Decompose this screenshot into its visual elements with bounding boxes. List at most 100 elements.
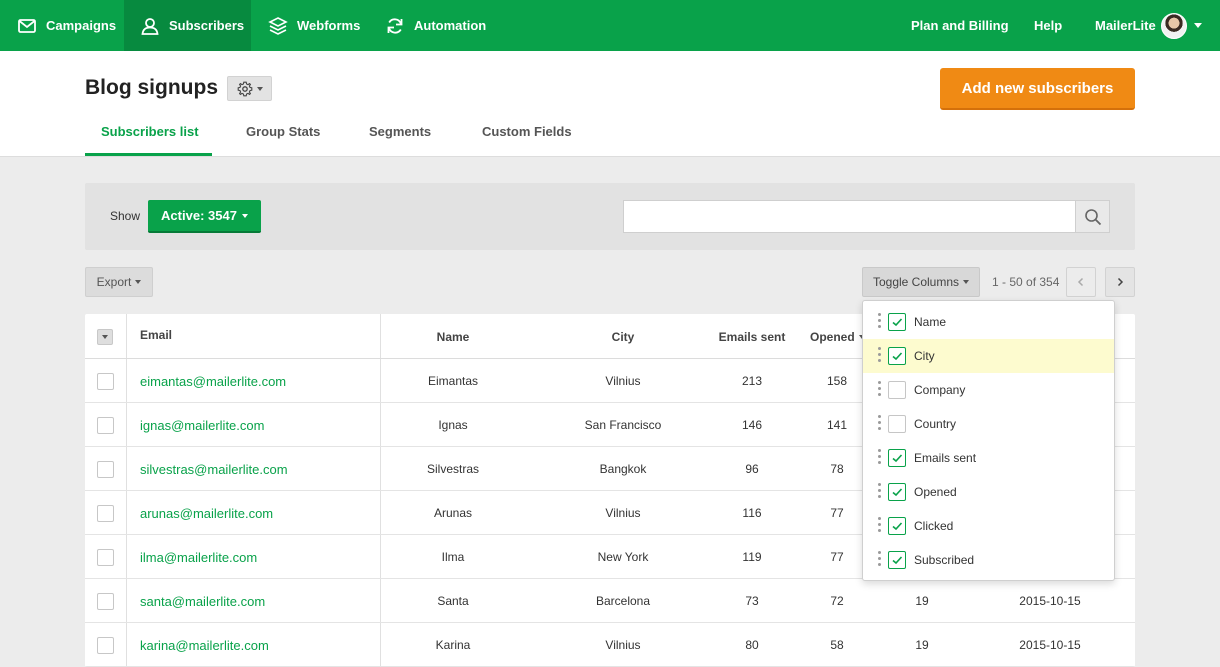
nav-campaigns[interactable]: Campaigns [17,0,116,51]
subscriber-city: New York [597,550,649,564]
subscriber-email[interactable]: karina@mailerlite.com [140,623,269,667]
column-header-emails-sent[interactable]: Emails sent [702,314,802,359]
subscriber-name: Arunas [433,506,473,520]
status-filter-label: Active: 3547 [161,208,237,223]
avatar[interactable] [1161,13,1187,39]
tab-custom-fields[interactable]: Custom Fields [482,124,572,139]
toggle-columns-button[interactable]: Toggle Columns [862,267,980,297]
page-title: Blog signups [85,76,218,99]
next-page-button[interactable] [1105,267,1135,297]
table-row[interactable]: karina@mailerlite.com Karina Vilnius 80 … [85,623,1135,667]
subscriber-opened: 72 [830,594,844,608]
drag-handle-icon[interactable] [878,449,882,467]
row-checkbox[interactable] [97,592,114,610]
column-checkbox[interactable] [888,347,906,365]
add-new-subscribers-button[interactable]: Add new subscribers [940,68,1135,110]
subscriber-email[interactable]: santa@mailerlite.com [140,579,265,623]
search-icon [1084,208,1101,225]
chevron-left-icon [1077,277,1084,287]
nav-webforms[interactable]: Webforms [268,0,360,51]
column-toggle-label: Opened [914,485,957,499]
nav-automation-label: Automation [414,18,487,33]
drag-handle-icon[interactable] [878,551,882,569]
layers-icon [268,16,288,35]
search-button[interactable] [1075,200,1110,233]
checkmark-icon [892,318,903,327]
subscriber-name: Ignas [438,418,468,432]
column-checkbox[interactable] [888,381,906,399]
column-header-email[interactable]: Email [140,314,172,356]
nav-automation[interactable]: Automation [385,0,486,51]
refresh-icon [387,18,403,33]
drag-handle-icon[interactable] [878,313,882,331]
pagination-info: 1 - 50 of 354 [992,275,1060,289]
drag-handle-icon[interactable] [878,517,882,535]
tab-subscribers-list[interactable]: Subscribers list [101,124,199,139]
column-toggle-emails-sent[interactable]: Emails sent [863,441,1114,475]
subscriber-subscribed-date: 2015-10-15 [1019,594,1081,608]
nav-subscribers[interactable]: Subscribers [124,0,251,51]
subscriber-email[interactable]: ilma@mailerlite.com [140,535,257,579]
subscriber-opened: 77 [830,550,844,564]
nav-plan-billing[interactable]: Plan and Billing [911,0,1009,51]
drag-handle-icon[interactable] [878,381,882,399]
column-checkbox[interactable] [888,415,906,433]
subscriber-emails-sent: 116 [742,506,762,520]
column-toggle-subscribed[interactable]: Subscribed [863,543,1114,577]
drag-handle-icon[interactable] [878,347,882,365]
checkmark-icon [892,522,903,531]
tab-segments[interactable]: Segments [369,124,431,139]
row-checkbox[interactable] [97,636,114,654]
subscriber-emails-sent: 73 [745,594,759,608]
drag-handle-icon[interactable] [878,415,882,433]
envelope-icon [18,18,36,33]
column-checkbox[interactable] [888,483,906,501]
subscriber-name: Eimantas [427,374,479,388]
column-checkbox[interactable] [888,313,906,331]
column-checkbox[interactable] [888,517,906,535]
table-row[interactable]: santa@mailerlite.com Santa Barcelona 73 … [85,579,1135,623]
nav-account-name[interactable]: MailerLite [1095,0,1156,51]
column-checkbox[interactable] [888,551,906,569]
subscriber-city: Barcelona [595,594,651,608]
column-header-opened[interactable]: Opened [810,314,865,359]
export-button[interactable]: Export [85,267,153,297]
column-header-name[interactable]: Name [381,314,525,359]
nav-help[interactable]: Help [1034,0,1062,51]
row-checkbox[interactable] [97,548,114,566]
row-checkbox[interactable] [97,460,114,478]
column-header-city[interactable]: City [551,314,695,359]
subscriber-email[interactable]: eimantas@mailerlite.com [140,359,286,403]
drag-handle-icon[interactable] [878,483,882,501]
chevron-right-icon [1117,277,1124,287]
column-toggle-label: Clicked [914,519,954,533]
prev-page-button[interactable] [1066,267,1096,297]
row-checkbox[interactable] [97,416,114,434]
subscriber-name: Karina [435,638,471,652]
group-settings-button[interactable] [227,76,272,101]
chevron-down-icon [963,280,970,284]
tab-group-stats[interactable]: Group Stats [246,124,320,139]
row-checkbox[interactable] [97,372,114,390]
subscriber-email[interactable]: silvestras@mailerlite.com [140,447,288,491]
page-header: Blog signups Add new subscribers Subscri… [0,51,1220,157]
column-checkbox[interactable] [888,449,906,467]
column-toggle-opened[interactable]: Opened [863,475,1114,509]
column-toggle-country[interactable]: Country [863,407,1114,441]
checkmark-icon [892,454,903,463]
search-input[interactable] [623,200,1076,233]
row-checkbox[interactable] [97,504,114,522]
status-filter-button[interactable]: Active: 3547 [148,200,261,233]
column-toggle-name[interactable]: Name [863,305,1114,339]
subscriber-email[interactable]: arunas@mailerlite.com [140,491,273,535]
subscriber-email[interactable]: ignas@mailerlite.com [140,403,264,447]
column-toggle-company[interactable]: Company [863,373,1114,407]
subscriber-name: Santa [437,594,469,608]
column-toggle-clicked[interactable]: Clicked [863,509,1114,543]
subscriber-name: Ilma [441,550,465,564]
select-all-dropdown[interactable] [97,328,113,345]
column-toggle-city[interactable]: City [863,339,1114,373]
column-toggle-label: Country [914,417,957,431]
chevron-down-icon[interactable] [1194,23,1202,28]
subscriber-city: Vilnius [605,374,641,388]
